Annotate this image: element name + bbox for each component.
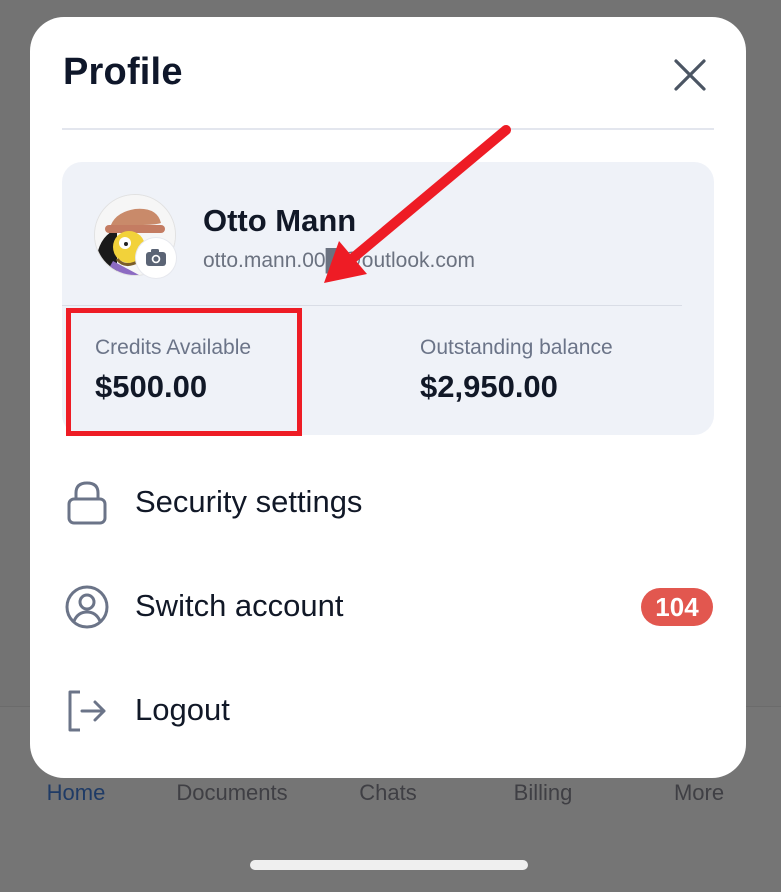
user-email: otto.mann.00█@outlook.com <box>203 249 476 272</box>
account-summary-card: Otto Mann otto.mann.00█@outlook.com Cred… <box>62 162 714 435</box>
notification-badge: 104 <box>641 588 713 626</box>
camera-icon <box>146 249 166 266</box>
card-divider <box>62 305 682 306</box>
menu-item-label: Logout <box>135 692 230 727</box>
tab-documents[interactable]: Documents <box>176 780 287 806</box>
user-name: Otto Mann <box>203 203 357 238</box>
menu-item-label: Switch account <box>135 588 344 623</box>
tab-billing[interactable]: Billing <box>514 780 573 806</box>
tab-more[interactable]: More <box>674 780 724 806</box>
user-circle-icon <box>65 585 109 629</box>
profile-modal: Profile Otto Mann otto.mann.00█@outlook.… <box>30 17 746 778</box>
tab-home[interactable]: Home <box>47 780 106 806</box>
outstanding-balance-label: Outstanding balance <box>420 336 613 359</box>
close-button[interactable] <box>668 53 712 97</box>
menu-item-logout[interactable]: Logout <box>30 670 746 754</box>
title-divider <box>62 128 714 130</box>
modal-title: Profile <box>63 51 183 93</box>
credits-available-label: Credits Available <box>95 336 252 359</box>
close-icon <box>674 59 706 91</box>
logout-icon <box>68 690 106 732</box>
menu-item-switch-account[interactable]: Switch account 104 <box>30 566 746 650</box>
tab-chats[interactable]: Chats <box>359 780 416 806</box>
change-photo-button[interactable] <box>136 238 176 278</box>
credits-available-value: $500.00 <box>95 369 208 404</box>
menu-item-label: Security settings <box>135 484 363 519</box>
menu-item-security-settings[interactable]: Security settings <box>30 462 746 546</box>
home-indicator <box>250 860 528 870</box>
outstanding-balance-value: $2,950.00 <box>420 369 558 404</box>
lock-icon <box>67 481 107 525</box>
